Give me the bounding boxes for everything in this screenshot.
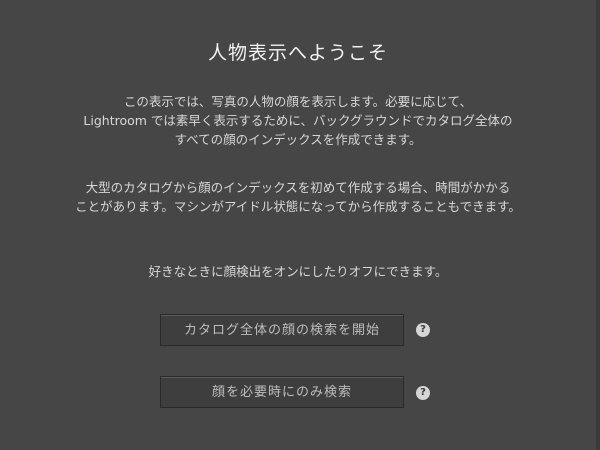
intro-line: すべての顔のインデックスを作成できます。 bbox=[174, 132, 422, 147]
intro-line: この表示では、写真の人物の顔を表示します。必要に応じて、 bbox=[123, 94, 473, 109]
note-paragraph: 大型のカタログから顔のインデックスを初めて作成する場合、時間がかかる ことがあり… bbox=[40, 178, 556, 216]
toggle-hint-text: 好きなときに顔検出をオンにしたりオフにできます。 bbox=[148, 264, 448, 279]
welcome-title: 人物表示へようこそ bbox=[207, 42, 388, 64]
question-mark-icon[interactable]: ? bbox=[416, 323, 430, 337]
intro-line: Lightroom では素早く表示するために、バックグラウンドでカタログ全体の bbox=[83, 113, 513, 128]
note-line: ことがあります。マシンがアイドル状態になってから作成することもできます。 bbox=[75, 199, 521, 214]
scan-entire-catalog-button[interactable]: カタログ全体の顔の検索を開始 bbox=[160, 314, 404, 346]
note-line: 大型のカタログから顔のインデックスを初めて作成する場合、時間がかかる bbox=[85, 180, 511, 195]
welcome-panel: 人物表示へようこそ この表示では、写真の人物の顔を表示します。必要に応じて、 L… bbox=[0, 0, 600, 450]
intro-paragraph: この表示では、写真の人物の顔を表示します。必要に応じて、 Lightroom で… bbox=[40, 92, 556, 149]
question-mark-icon[interactable]: ? bbox=[416, 386, 430, 400]
toggle-hint: 好きなときに顔検出をオンにしたりオフにできます。 bbox=[40, 262, 556, 281]
scan-on-demand-button[interactable]: 顔を必要時にのみ検索 bbox=[160, 376, 404, 408]
